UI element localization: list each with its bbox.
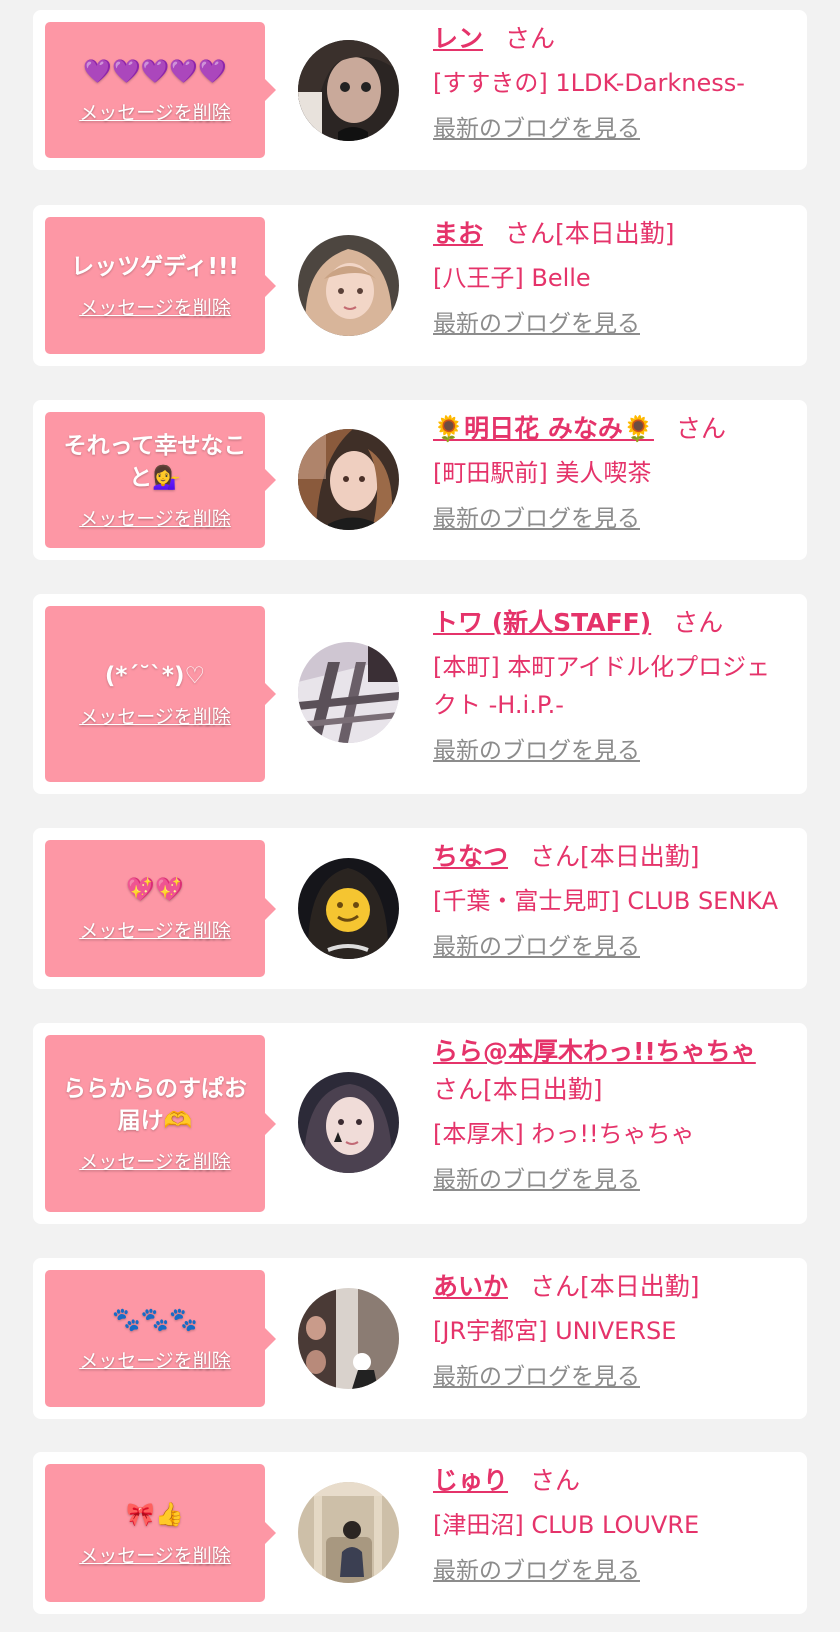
- message-card: (*´˘`*)♡ メッセージを削除 トワ (新人STAFF) さん [本町] 本町…: [33, 594, 807, 794]
- cast-name-suffix: さん: [530, 1466, 581, 1495]
- message-text: ららからのすぱお届け🫶: [63, 1076, 247, 1134]
- avatar-photo: [298, 1072, 399, 1173]
- cast-name-suffix: さん[本日出勤]: [433, 1075, 603, 1104]
- message-card: 🐾🐾🐾 メッセージを削除 あいか さん[本日出勤] [JR宇都宮] UNIVERS…: [33, 1258, 807, 1419]
- cast-name-link[interactable]: 🌻明日花 みなみ🌻: [433, 414, 654, 443]
- cast-info: あいか さん[本日出勤] [JR宇都宮] UNIVERSE 最新のブログを見る: [433, 1268, 793, 1392]
- shop-name: [町田駅前] 美人喫茶: [433, 459, 652, 487]
- message-text: 🎀👍: [126, 1501, 184, 1528]
- avatar-photo: [298, 40, 399, 141]
- avatar[interactable]: [298, 40, 399, 141]
- cast-name-link[interactable]: まお: [433, 219, 483, 248]
- latest-blog-link[interactable]: 最新のブログを見る: [433, 114, 640, 144]
- shop-name: [津田沼] CLUB LOUVRE: [433, 1511, 700, 1539]
- cast-info: レン さん [すすきの] 1LDK-Darkness- 最新のブログを見る: [433, 20, 793, 144]
- latest-blog-link[interactable]: 最新のブログを見る: [433, 736, 640, 766]
- latest-blog-link[interactable]: 最新のブログを見る: [433, 1165, 640, 1195]
- avatar-photo: [298, 642, 399, 743]
- message-text: レッツゲディ!!!: [71, 254, 239, 280]
- delete-message-link[interactable]: メッセージを削除: [79, 293, 231, 320]
- shop-name: [八王子] Belle: [433, 264, 591, 292]
- delete-message-link[interactable]: メッセージを削除: [79, 1541, 231, 1568]
- avatar-photo: [298, 858, 399, 959]
- shop-name: [本厚木] わっ!!ちゃちゃ: [433, 1120, 695, 1148]
- message-bubble: 🐾🐾🐾 メッセージを削除: [45, 1270, 276, 1407]
- delete-message-link[interactable]: メッセージを削除: [79, 1147, 231, 1174]
- delete-message-link[interactable]: メッセージを削除: [79, 702, 231, 729]
- message-list: 💜💜💜💜💜 メッセージを削除 レン さん [すすきの] 1LDK-Darkness…: [0, 0, 840, 1632]
- message-card: 💜💜💜💜💜 メッセージを削除 レン さん [すすきの] 1LDK-Darkness…: [33, 10, 807, 170]
- cast-name-suffix: さん: [675, 414, 726, 443]
- cast-info: まお さん[本日出勤] [八王子] Belle 最新のブログを見る: [433, 215, 793, 339]
- avatar[interactable]: [298, 429, 399, 530]
- cast-name-suffix: さん[本日出勤]: [530, 1272, 700, 1301]
- latest-blog-link[interactable]: 最新のブログを見る: [433, 1556, 640, 1586]
- cast-name-suffix: さん[本日出勤]: [505, 219, 675, 248]
- message-bubble: 💜💜💜💜💜 メッセージを削除: [45, 22, 276, 158]
- cast-name-link[interactable]: じゅり: [433, 1466, 508, 1495]
- message-text: 🐾🐾🐾: [112, 1307, 198, 1333]
- cast-name-link[interactable]: レン: [433, 24, 483, 53]
- cast-name-suffix: さん: [505, 24, 556, 53]
- cast-name-link[interactable]: ちなつ: [433, 842, 508, 871]
- message-card: 💖💖 メッセージを削除 ちなつ さん[本日出勤] [千葉・富士見町] CLUB S…: [33, 828, 807, 989]
- cast-name-suffix: さん[本日出勤]: [530, 842, 700, 871]
- message-text: 💖💖: [126, 877, 184, 903]
- shop-name: [すすきの] 1LDK-Darkness-: [433, 69, 745, 97]
- delete-message-link[interactable]: メッセージを削除: [79, 916, 231, 943]
- cast-info: じゅり さん [津田沼] CLUB LOUVRE 最新のブログを見る: [433, 1462, 793, 1586]
- message-bubble: 💖💖 メッセージを削除: [45, 840, 276, 977]
- message-bubble: それって幸せなこと💁‍♀️ メッセージを削除: [45, 412, 276, 548]
- avatar[interactable]: [298, 1482, 399, 1583]
- latest-blog-link[interactable]: 最新のブログを見る: [433, 309, 640, 339]
- avatar-photo: [298, 1288, 399, 1389]
- shop-name: [本町] 本町アイドル化プロジェクト -H.i.P.-: [433, 653, 771, 719]
- shop-name: [千葉・富士見町] CLUB SENKA: [433, 887, 779, 915]
- delete-message-link[interactable]: メッセージを削除: [79, 98, 231, 125]
- message-text: それって幸せなこと💁‍♀️: [63, 432, 247, 491]
- message-bubble: 🎀👍 メッセージを削除: [45, 1464, 276, 1602]
- latest-blog-link[interactable]: 最新のブログを見る: [433, 932, 640, 962]
- avatar[interactable]: [298, 1072, 399, 1173]
- message-card: ららからのすぱお届け🫶 メッセージを削除 らら@本厚木わっ!!ちゃちゃさん[本日…: [33, 1023, 807, 1224]
- message-bubble: ららからのすぱお届け🫶 メッセージを削除: [45, 1035, 276, 1212]
- cast-name-suffix: さん: [673, 608, 724, 637]
- latest-blog-link[interactable]: 最新のブログを見る: [433, 504, 640, 534]
- avatar-photo: [298, 429, 399, 530]
- cast-name-link[interactable]: らら@本厚木わっ!!ちゃちゃ: [433, 1037, 756, 1066]
- message-card: それって幸せなこと💁‍♀️ メッセージを削除 🌻明日花 みなみ🌻 さん [町田駅前…: [33, 400, 807, 560]
- cast-info: 🌻明日花 みなみ🌻 さん [町田駅前] 美人喫茶 最新のブログを見る: [433, 410, 793, 534]
- cast-info: ちなつ さん[本日出勤] [千葉・富士見町] CLUB SENKA 最新のブログを…: [433, 838, 793, 962]
- avatar-photo: [298, 235, 399, 336]
- avatar[interactable]: [298, 1288, 399, 1389]
- cast-info: らら@本厚木わっ!!ちゃちゃさん[本日出勤] [本厚木] わっ!!ちゃちゃ 最新…: [433, 1033, 793, 1195]
- message-text: 💜💜💜💜💜: [83, 58, 227, 85]
- avatar[interactable]: [298, 858, 399, 959]
- message-card: 🎀👍 メッセージを削除 じゅり さん [津田沼] CLUB LOUVRE 最新のブ…: [33, 1452, 807, 1614]
- delete-message-link[interactable]: メッセージを削除: [79, 1346, 231, 1373]
- latest-blog-link[interactable]: 最新のブログを見る: [433, 1362, 640, 1392]
- cast-name-link[interactable]: あいか: [433, 1272, 508, 1301]
- avatar-photo: [298, 1482, 399, 1583]
- avatar[interactable]: [298, 642, 399, 743]
- message-bubble: レッツゲディ!!! メッセージを削除: [45, 217, 276, 354]
- cast-name-link[interactable]: トワ (新人STAFF): [433, 608, 651, 637]
- delete-message-link[interactable]: メッセージを削除: [79, 504, 231, 531]
- message-text: (*´˘`*)♡: [104, 662, 206, 689]
- shop-name: [JR宇都宮] UNIVERSE: [433, 1317, 677, 1345]
- cast-info: トワ (新人STAFF) さん [本町] 本町アイドル化プロジェクト -H.i.P…: [433, 604, 793, 766]
- message-bubble: (*´˘`*)♡ メッセージを削除: [45, 606, 276, 782]
- message-card: レッツゲディ!!! メッセージを削除 まお さん[本日出勤] [八王子] Bell…: [33, 205, 807, 366]
- avatar[interactable]: [298, 235, 399, 336]
